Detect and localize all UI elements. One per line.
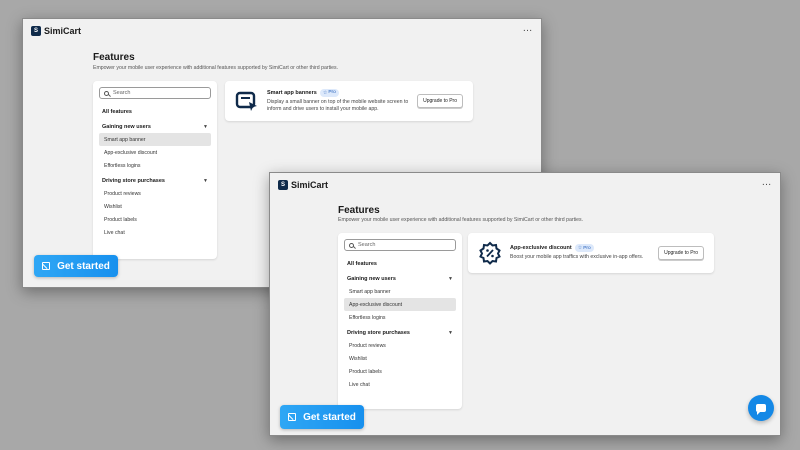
nav-all-features[interactable]: All features [344, 258, 456, 270]
feature-sidebar: Search All features Gaining new users ▼ … [93, 81, 217, 259]
enter-arrow-icon [288, 413, 297, 421]
nav-group-driving-store-purchases[interactable]: Driving store purchases ▼ [99, 175, 211, 187]
more-menu-icon[interactable]: … [762, 178, 773, 188]
get-started-button[interactable]: Get started [280, 405, 364, 429]
nav-item-product-labels[interactable]: Product labels [344, 365, 456, 378]
nav-item-product-reviews[interactable]: Product reviews [99, 187, 211, 200]
pro-badge: ☆ Pro [574, 244, 594, 253]
simicart-logo-icon: S [278, 180, 288, 190]
chevron-down-icon: ▼ [448, 276, 453, 282]
star-icon: ☆ [322, 89, 328, 96]
chevron-down-icon: ▼ [203, 178, 208, 184]
search-input[interactable]: Search [99, 87, 211, 99]
search-input[interactable]: Search [344, 239, 456, 251]
page-title: Features [338, 205, 380, 216]
nav-item-app-exclusive-discount[interactable]: App-exclusive discount [344, 298, 456, 311]
search-icon [349, 242, 354, 248]
nav-all-features[interactable]: All features [99, 106, 211, 118]
nav-group-gaining-new-users[interactable]: Gaining new users ▼ [99, 121, 211, 133]
pro-badge: ☆ Pro [319, 88, 339, 97]
feature-title: App-exclusive discount [510, 245, 572, 252]
brand-name: SimiCart [291, 180, 329, 190]
enter-arrow-icon [42, 262, 51, 270]
search-icon [104, 90, 109, 96]
simicart-logo-icon: S [31, 26, 41, 36]
chevron-down-icon: ▼ [448, 330, 453, 336]
nav-group-driving-store-purchases[interactable]: Driving store purchases ▼ [344, 327, 456, 339]
more-menu-icon[interactable]: … [523, 24, 534, 34]
brand-name: SimiCart [44, 26, 82, 36]
nav-item-smart-app-banner[interactable]: Smart app banner [344, 285, 456, 298]
feature-description: Display a small banner on top of the mob… [267, 98, 409, 113]
nav-item-live-chat[interactable]: Live chat [344, 378, 456, 391]
top-bar: S SimiCart … [23, 19, 541, 43]
page-title: Features [93, 52, 135, 63]
nav-group-gaining-new-users[interactable]: Gaining new users ▼ [344, 273, 456, 285]
top-bar: S SimiCart … [270, 173, 780, 197]
page-subtitle: Empower your mobile user experience with… [93, 65, 339, 71]
nav-item-app-exclusive-discount[interactable]: App-exclusive discount [99, 146, 211, 159]
upgrade-to-pro-button[interactable]: Upgrade to Pro [658, 246, 704, 260]
star-icon: ☆ [577, 245, 583, 252]
nav-item-live-chat[interactable]: Live chat [99, 226, 211, 239]
live-chat-button[interactable] [748, 395, 774, 421]
get-started-button[interactable]: Get started [34, 255, 118, 277]
feature-sidebar: Search All features Gaining new users ▼ … [338, 233, 462, 409]
app-window-front: S SimiCart … Features Empower your mobil… [269, 172, 781, 436]
page-subtitle: Empower your mobile user experience with… [338, 217, 584, 223]
chevron-down-icon: ▼ [203, 124, 208, 130]
nav-item-effortless-logins[interactable]: Effortless logins [344, 311, 456, 324]
feature-card-app-exclusive-discount: App-exclusive discount ☆ Pro Boost your m… [468, 233, 714, 273]
nav-item-product-labels[interactable]: Product labels [99, 213, 211, 226]
smart-banner-icon [235, 91, 257, 111]
nav-item-wishlist[interactable]: Wishlist [344, 352, 456, 365]
nav-item-smart-app-banner[interactable]: Smart app banner [99, 133, 211, 146]
upgrade-to-pro-button[interactable]: Upgrade to Pro [417, 94, 463, 108]
feature-title: Smart app banners [267, 89, 317, 96]
feature-card-smart-app-banners: Smart app banners ☆ Pro Display a small b… [225, 81, 473, 121]
chat-icon [756, 404, 766, 415]
nav-item-wishlist[interactable]: Wishlist [99, 200, 211, 213]
nav-item-effortless-logins[interactable]: Effortless logins [99, 159, 211, 172]
nav-item-product-reviews[interactable]: Product reviews [344, 339, 456, 352]
feature-description: Boost your mobile app traffics with excl… [510, 254, 644, 261]
discount-badge-icon [479, 241, 501, 265]
